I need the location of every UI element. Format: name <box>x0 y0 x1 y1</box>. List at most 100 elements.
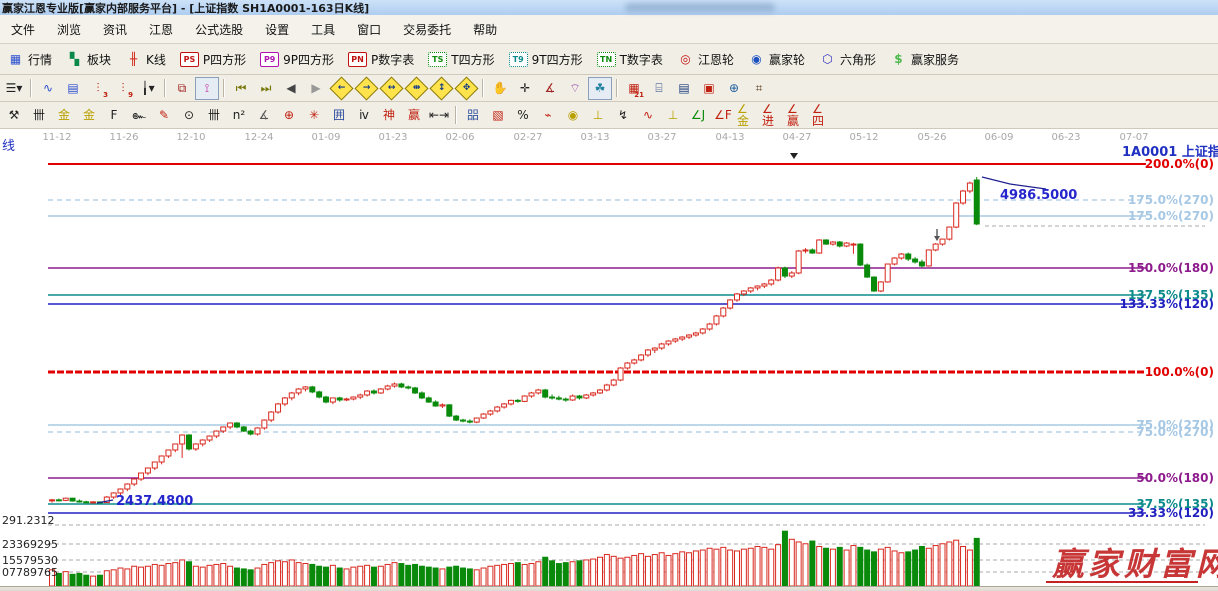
menu-item-9[interactable]: 帮助 <box>462 21 508 38</box>
volume-bar <box>823 547 830 586</box>
chart-area[interactable]: 11-12 11-26 12-10 12-24 01-09 01-23 02-06 02-27… <box>0 129 1218 586</box>
candle-body <box>747 287 754 292</box>
volume-bar <box>973 537 980 586</box>
gann-grid-f-icon[interactable]: F <box>102 104 126 127</box>
toolbar-winner-wheel-button[interactable]: ◉ 赢家轮 <box>748 51 805 68</box>
info-document-icon[interactable]: ▤ <box>61 77 85 100</box>
flash-b-icon[interactable]: ↯ <box>611 104 635 127</box>
toolbar-p-square-button[interactable]: PS P四方形 <box>179 51 246 68</box>
kline-period-combo-icon[interactable]: ☰▾ <box>2 77 26 100</box>
nav-first-icon[interactable]: ⏮ <box>229 77 253 100</box>
toolbar-quotes-button[interactable]: ▦ 行情 <box>7 51 52 68</box>
toolbar-kline-button[interactable]: ╫ K线 <box>125 51 166 68</box>
menu-item-0[interactable]: 文件 <box>0 21 46 38</box>
angle-jin-icon[interactable]: ∠进 <box>761 103 785 127</box>
price-ladder-icon[interactable]: 㗊 <box>461 104 485 127</box>
pattern-curve-icon[interactable]: ∿ <box>36 77 60 100</box>
angle-f-icon[interactable]: ∠F <box>711 104 735 127</box>
menu-item-4[interactable]: 公式选股 <box>184 21 254 38</box>
gann-grid-icon[interactable]: 卌 <box>27 104 51 127</box>
wave-a-icon[interactable]: ∿ <box>636 104 660 127</box>
star-burst-icon[interactable]: ✳ <box>302 104 326 127</box>
menu-item-1[interactable]: 浏览 <box>46 21 92 38</box>
percent-line-icon[interactable]: ⌁ <box>536 104 560 127</box>
angle-ying-icon[interactable]: ∠赢 <box>786 103 810 127</box>
gann-spiral-icon[interactable]: ๛ <box>127 104 151 127</box>
bars-9-icon[interactable]: ⫶ 9 <box>111 77 135 100</box>
percent-icon[interactable]: % <box>511 104 535 127</box>
shen-grid-icon[interactable]: 神 <box>377 104 401 127</box>
nav-last-icon[interactable]: ⏭ <box>254 77 278 100</box>
menu-item-7[interactable]: 窗口 <box>346 21 392 38</box>
gann-grid-gold-2-icon[interactable]: 金 <box>77 104 101 127</box>
toolbar-t-square-button[interactable]: TS T四方形 <box>428 51 495 68</box>
toolbar-hexagon-button[interactable]: ⬡ 六角形 <box>819 51 876 68</box>
candle-body <box>151 461 158 469</box>
toolbar-t-number-table-button[interactable]: TN T数字表 <box>596 51 663 68</box>
single-candle-combo-icon[interactable]: ╽▾ <box>136 77 160 100</box>
gann-grid-2-icon[interactable]: 卌 <box>202 104 226 127</box>
color-trend-icon[interactable]: ⟟ <box>195 76 219 100</box>
menu-item-2[interactable]: 资讯 <box>92 21 138 38</box>
crosshair-icon[interactable]: ✛ <box>513 77 537 100</box>
percent-band-icon[interactable]: ▧ <box>486 104 510 127</box>
dm-left-icon[interactable]: ← <box>328 75 354 101</box>
grid-cap-icon[interactable]: ⌔ <box>563 77 587 100</box>
bars-3-icon[interactable]: ⫶ 3 <box>86 77 110 100</box>
target-red-icon[interactable]: ⊕ <box>277 104 301 127</box>
square-net-icon[interactable]: 囲 <box>327 104 351 127</box>
toolbar-sectors-button[interactable]: ▚ 板块 <box>66 51 111 68</box>
menu-item-5[interactable]: 设置 <box>254 21 300 38</box>
n-squared-icon[interactable]: n² <box>227 104 251 127</box>
gold-level-icon[interactable]: ⊥ <box>586 104 610 127</box>
angle-si-icon[interactable]: ∠四 <box>811 103 835 127</box>
candle-body <box>343 398 350 401</box>
gold-circle-icon[interactable]: ◉ <box>561 104 585 127</box>
menu-item-3[interactable]: 江恩 <box>138 21 184 38</box>
toolbar-9t-square-button[interactable]: T9 9T四方形 <box>508 51 583 68</box>
brush-tool-icon[interactable]: ✎ <box>152 104 176 127</box>
toolbar-gann-wheel-button[interactable]: ◎ 江恩轮 <box>677 51 734 68</box>
candle-body <box>165 449 172 457</box>
k-outline-icon[interactable]: ⧉ <box>170 77 194 100</box>
kline-chart-canvas[interactable]: 11-12 11-26 12-10 12-24 01-09 01-23 02-06 02-27… <box>0 129 1218 586</box>
nav-next-icon[interactable]: ▶ <box>304 77 328 100</box>
volume-bar <box>727 549 734 586</box>
dm-hexpand-icon[interactable]: ↔ <box>378 75 404 101</box>
brain-analysis-icon[interactable]: ☘ <box>588 76 612 100</box>
dm-hshrink-icon[interactable]: ⇹ <box>403 75 429 101</box>
icon-toolbar-row1: ☰▾ ∿ ▤ ⫶ 3 ⫶ 9 ╽▾ ⧉ ⟟ ⏮ ⏭ ◀ ▶ ← → ↔ ⇹ ↕ ✥ ✋ ✛ ∡ ⌔ ☘ ▦ 21 ⌸ ▤ ▣ ⊕ ⌗ <box>0 75 1218 102</box>
roman-iv-icon[interactable]: ⅳ <box>352 104 376 127</box>
dm-vexpand-icon[interactable]: ↕ <box>428 75 454 101</box>
volume-bar <box>692 550 699 586</box>
toolbar-p-number-table-button[interactable]: PN P数字表 <box>348 51 414 68</box>
notepad-icon[interactable]: ▤ <box>672 77 696 100</box>
dm-allexpand-icon[interactable]: ✥ <box>453 75 479 101</box>
dm-right-icon[interactable]: → <box>353 75 379 101</box>
net-pc-icon[interactable]: ⌗ <box>747 77 771 100</box>
hand-drag-icon[interactable]: ✋ <box>488 77 512 100</box>
calendar-21-icon[interactable]: ▦ 21 <box>622 77 646 100</box>
ying-grid-icon[interactable]: 赢 <box>402 104 426 127</box>
tool-hammer-icon[interactable]: ⚒ <box>2 104 26 127</box>
nav-prev-icon[interactable]: ◀ <box>279 77 303 100</box>
angle-measure-icon[interactable]: ∡ <box>538 77 562 100</box>
gold-level-2-icon[interactable]: ⊥ <box>661 104 685 127</box>
menu-item-8[interactable]: 交易委托 <box>392 21 462 38</box>
angle-gold-icon[interactable]: ∠金 <box>736 103 760 127</box>
candle-body <box>49 499 55 502</box>
angle-a-icon[interactable]: ∡ <box>252 104 276 127</box>
calculator-icon[interactable]: ⌸ <box>647 77 671 100</box>
circle-3-icon[interactable]: ⊙ <box>177 104 201 127</box>
candle-body <box>507 399 514 405</box>
toolbar-winner-service-button[interactable]: $ 赢家服务 <box>890 51 959 68</box>
net-globe-icon[interactable]: ⊕ <box>722 77 746 100</box>
toolbar-9p-square-button[interactable]: P9 9P四方形 <box>260 51 334 68</box>
date-tick-01-23: 01-23 <box>378 132 407 143</box>
candle-body <box>802 249 809 252</box>
menu-item-6[interactable]: 工具 <box>300 21 346 38</box>
save-disk-icon[interactable]: ▣ <box>697 77 721 100</box>
span-measure-icon[interactable]: ⇤⇥ <box>427 104 451 127</box>
angle-j-icon[interactable]: ∠J <box>686 104 710 127</box>
gann-grid-gold-1-icon[interactable]: 金 <box>52 104 76 127</box>
